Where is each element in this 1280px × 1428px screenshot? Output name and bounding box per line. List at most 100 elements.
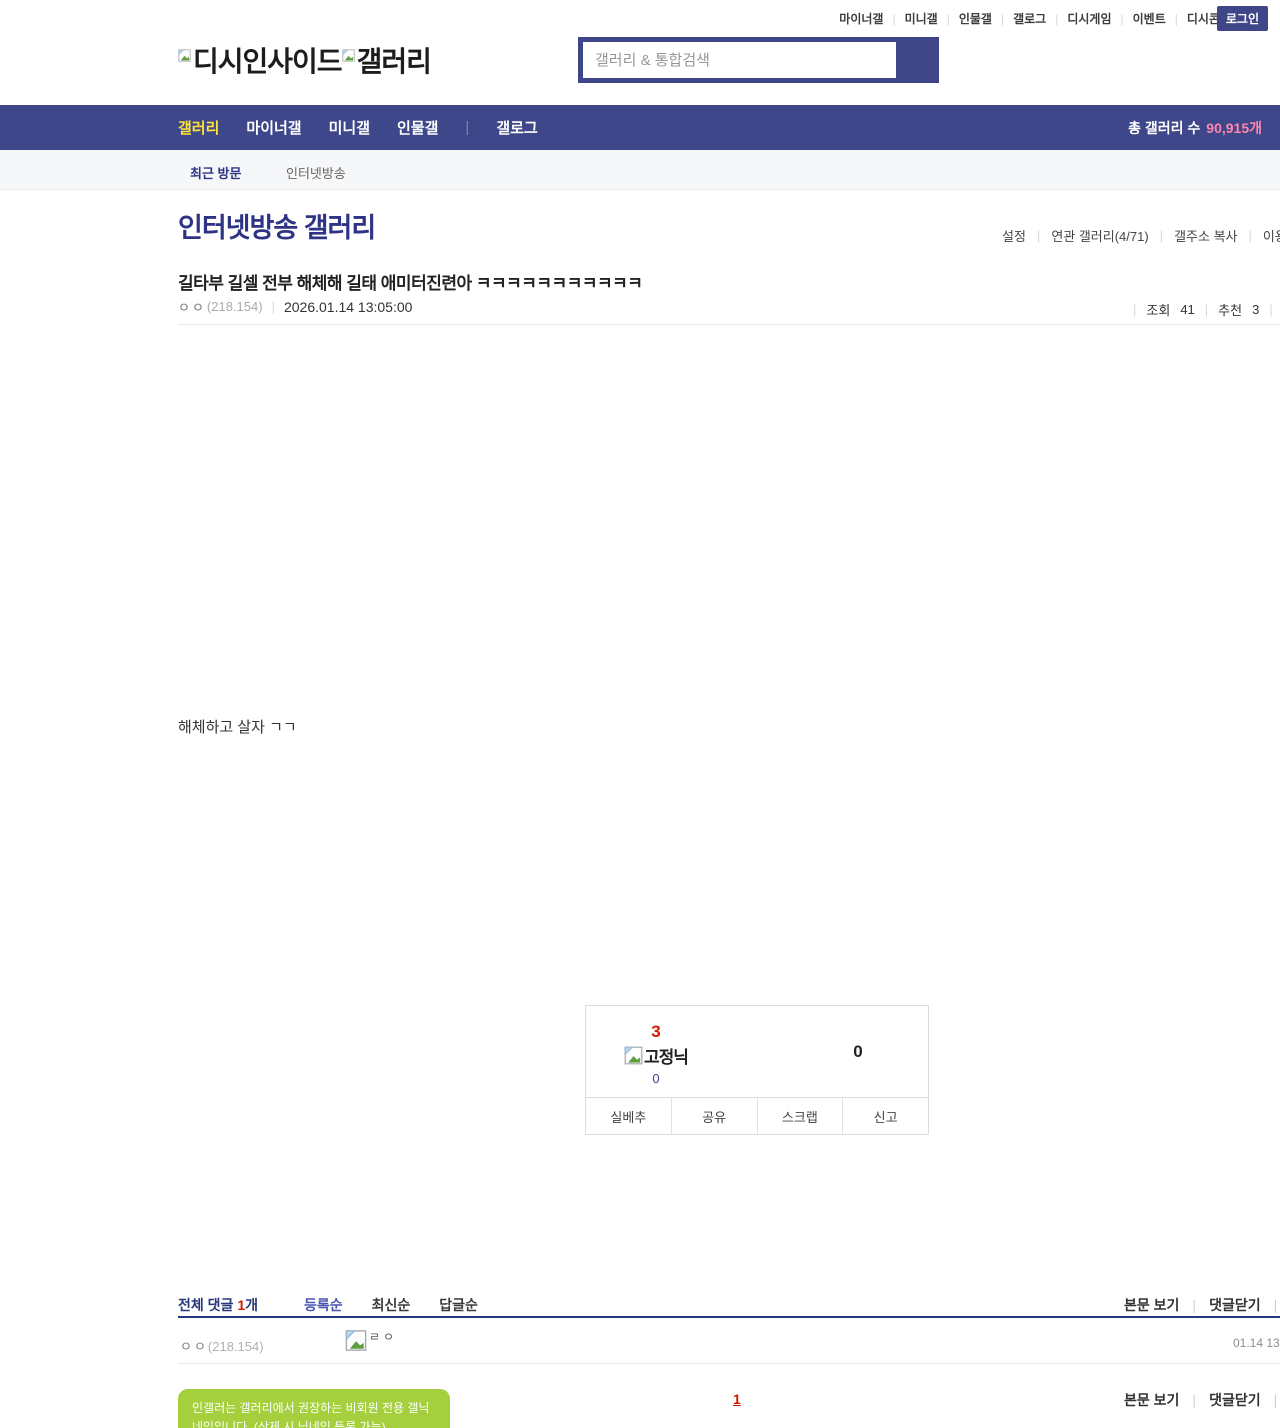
comment-sort-tabs: 등록순 최신순 답글순 — [304, 1295, 478, 1315]
broken-image-icon — [624, 1046, 643, 1065]
separator: | — [1204, 301, 1209, 317]
separator: | — [1192, 1392, 1197, 1408]
sort-tab-latest[interactable]: 최신순 — [372, 1295, 411, 1315]
post-stats: | 조회 41 | 추천 3 | — [1133, 299, 1280, 319]
sort-tab-registered[interactable]: 등록순 — [304, 1295, 343, 1315]
search-button[interactable] — [899, 37, 939, 83]
comment-content: ㄹㅇ — [345, 1328, 397, 1353]
post-author-ip: (218.154) — [206, 299, 263, 314]
report-button[interactable]: 신고 — [843, 1098, 928, 1134]
separator: | — [1055, 11, 1059, 26]
recent-visit-label[interactable]: 최근 방문 — [190, 163, 241, 182]
upvote-area[interactable]: 3 고정닉 0 — [616, 1022, 696, 1086]
related-galleries-link[interactable]: 연관 갤러리(4/71) — [1051, 226, 1148, 245]
nav-tab-minigall[interactable]: 미니갤 — [329, 117, 370, 138]
separator: | — [1273, 1392, 1278, 1408]
post-action-buttons: 실베추 공유 스크랩 신고 — [586, 1097, 928, 1134]
nav-tab-gallog[interactable]: 갤로그 — [496, 117, 537, 138]
breadcrumb: 최근 방문 인터넷방송 — [0, 150, 1280, 190]
nav-tab-persongall[interactable]: 인물갤 — [397, 117, 438, 138]
topbar-link-event[interactable]: 이벤트 — [1133, 10, 1166, 27]
nav-tab-minorgall[interactable]: 마이너갤 — [246, 117, 301, 138]
broken-image-icon — [341, 48, 355, 62]
topbar-link-minorgall[interactable]: 마이너갤 — [839, 10, 883, 27]
nav-items: 갤러리 마이너갤 미니갤 인물갤 | 갤로그 — [178, 105, 538, 150]
recommend-count: 3 — [1252, 301, 1260, 317]
copy-gallery-url-link[interactable]: 갤주소 복사 — [1174, 226, 1237, 245]
usage-guide-link[interactable]: 이용 — [1263, 226, 1280, 245]
comment-date: 01.14 13 — [1233, 1336, 1280, 1350]
comment-author-nickname: ㅇㅇ — [180, 1339, 208, 1354]
total-gallery-label: 총 갤러리 수 — [1128, 119, 1201, 136]
separator: | — [271, 299, 275, 314]
logo-text-gallery: 갤러리 — [356, 46, 432, 77]
total-gallery-number: 90,915개 — [1206, 119, 1262, 136]
close-comments-link[interactable]: 댓글닫기 — [1209, 1390, 1261, 1410]
view-post-link[interactable]: 본문 보기 — [1124, 1390, 1179, 1410]
fixed-nick-upvote-count: 0 — [652, 1071, 660, 1086]
separator: | — [1159, 228, 1164, 243]
comment-row: ㅇㅇ(218.154) ㄹㅇ 01.14 13 — [178, 1318, 1280, 1364]
topbar-link-persongall[interactable]: 인물갤 — [959, 10, 992, 27]
search-box — [578, 37, 939, 83]
separator: | — [1273, 1297, 1278, 1313]
dcinside-gallery-page: 마이너갤 | 미니갤 | 인물갤 | 갤로그 | 디시게임 | 이벤트 | 디시콘 로그인 … — [0, 0, 1280, 1428]
broken-image-icon — [178, 48, 191, 62]
separator: | — [892, 11, 896, 26]
comment-alt-text: ㄹㅇ — [369, 1330, 398, 1344]
separator: | — [946, 11, 950, 26]
search-input[interactable] — [583, 42, 896, 78]
sort-tab-reply[interactable]: 답글순 — [439, 1295, 478, 1315]
broken-image-icon — [345, 1330, 367, 1351]
topbar-link-dcgame[interactable]: 디시게임 — [1067, 10, 1111, 27]
views-label: 조회 — [1146, 302, 1171, 318]
logo-text-dcinside: 디시인사이드 — [193, 46, 343, 77]
comments-header-right: 본문 보기 | 댓글닫기 | — [1124, 1295, 1277, 1315]
total-gallery-count: 총 갤러리 수 90,915개 — [1128, 105, 1262, 150]
guest-nickname-notice: 인갤러는 갤러리에서 권장하는 비회원 전용 갤닉네임입니다. (삭제 시 닉네… — [178, 1389, 450, 1428]
post-meta: ㅇㅇ (218.154) | 2026.01.14 13:05:00 — [178, 297, 412, 316]
gallery-title[interactable]: 인터넷방송 갤러리 — [178, 206, 376, 245]
close-comments-link[interactable]: 댓글닫기 — [1209, 1295, 1261, 1315]
main-nav-bar: 갤러리 마이너갤 미니갤 인물갤 | 갤로그 총 갤러리 수 90,915개 — [0, 105, 1280, 150]
login-button[interactable]: 로그인 — [1216, 6, 1268, 31]
comments-total-label: 전체 댓글 — [178, 1297, 234, 1313]
site-logo[interactable]: 디시인사이드 갤러리 — [178, 40, 432, 80]
views-count: 41 — [1180, 301, 1195, 317]
silbechu-button[interactable]: 실베추 — [586, 1098, 672, 1134]
divider — [178, 324, 1280, 325]
separator: | — [1120, 11, 1124, 26]
breadcrumb-current-gallery[interactable]: 인터넷방송 — [286, 163, 346, 182]
separator: | — [1036, 228, 1041, 243]
separator: | — [1174, 11, 1178, 26]
separator: | — [1192, 1297, 1197, 1313]
post-date: 2026.01.14 13:05:00 — [283, 298, 413, 315]
gallery-utility-links: 설정 | 연관 갤러리(4/71) | 갤주소 복사 | 이용 — [1002, 226, 1280, 245]
comments-total-count: 1 — [237, 1297, 246, 1313]
pagination-page-1[interactable]: 1 — [733, 1391, 741, 1407]
post-body-text: 해체하고 살자 ㄱㄱ — [178, 719, 297, 736]
nav-tab-gallery[interactable]: 갤러리 — [178, 117, 219, 138]
topbar-link-gallog[interactable]: 갤로그 — [1013, 10, 1046, 27]
upvote-count: 3 — [651, 1022, 661, 1041]
vote-box: 3 고정닉 0 0 실베추 공유 스크랩 신고 — [585, 1005, 929, 1135]
comments-total-suffix: 개 — [245, 1297, 258, 1313]
separator: | — [1000, 11, 1005, 26]
post-title: 길타부 길셀 전부 해체해 길태 애미터진련아 ㅋㅋㅋㅋㅋㅋㅋㅋㅋㅋㅋ — [178, 274, 643, 293]
scrap-button[interactable]: 스크랩 — [757, 1098, 844, 1134]
comments-header: 전체 댓글 1 개 등록순 최신순 답글순 — [178, 1295, 478, 1315]
topbar-link-minigall[interactable]: 미니갤 — [905, 10, 938, 27]
separator: | — [465, 119, 470, 136]
recommend-label: 추천 — [1218, 302, 1243, 318]
topbar-link-dccon[interactable]: 디시콘 — [1187, 10, 1220, 27]
view-post-link[interactable]: 본문 보기 — [1124, 1295, 1179, 1315]
top-utility-bar: 마이너갤 | 미니갤 | 인물갤 | 갤로그 | 디시게임 | 이벤트 | 디시콘 — [839, 10, 1220, 27]
comments-footer-right: 본문 보기 | 댓글닫기 | — [1124, 1390, 1277, 1410]
separator: | — [1248, 228, 1252, 243]
post-author-nickname[interactable]: ㅇㅇ — [178, 297, 206, 316]
fixed-nick-row: 고정닉 — [616, 1043, 696, 1068]
gallery-settings-link[interactable]: 설정 — [1002, 226, 1026, 245]
share-button[interactable]: 공유 — [671, 1098, 758, 1134]
comment-author[interactable]: ㅇㅇ(218.154) — [180, 1336, 264, 1355]
downvote-count[interactable]: 0 — [826, 1042, 890, 1062]
